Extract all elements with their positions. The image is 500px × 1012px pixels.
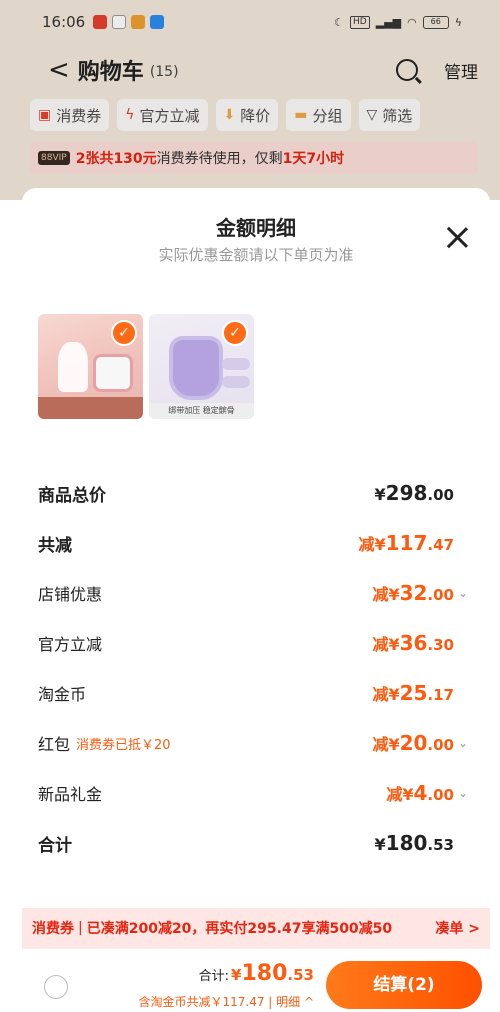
- row-total-discount: 共减 减¥ 117.47: [38, 518, 474, 568]
- discount-detail-toggle[interactable]: 含淘金币共减￥117.47 | 明细 ^: [138, 993, 314, 1010]
- row-taojinbi: 淘金币 减¥ 25.17: [38, 668, 474, 718]
- select-all-radio[interactable]: [44, 975, 68, 999]
- checkmark-icon: ✓: [111, 320, 137, 346]
- row-label: 淘金币: [38, 685, 87, 704]
- chevron-down-icon[interactable]: ⌄: [458, 586, 474, 600]
- total-dec: .53: [287, 966, 314, 984]
- sheet-title: 金额明细: [216, 216, 296, 240]
- row-sum: 合计 ¥180.53: [38, 818, 474, 868]
- row-value: 减¥ 4.00: [386, 781, 454, 805]
- product-thumbnail-breast-pump[interactable]: ✓: [38, 314, 143, 419]
- promo-separator: |: [78, 920, 83, 936]
- row-value: 减¥ 36.30: [372, 631, 454, 655]
- close-icon[interactable]: [446, 226, 468, 248]
- brace-detail-image: [222, 358, 250, 370]
- thumbnail-strip: [38, 397, 143, 419]
- row-value: 减¥ 32.00: [372, 581, 454, 605]
- knee-brace-image: [169, 336, 223, 400]
- promo-strip: 消费券 | 已凑满200减20，再实付295.47享满500减50 凑单 >: [22, 908, 490, 948]
- product-thumbnail-knee-brace[interactable]: 绑带加压 稳定髌骨 ✓: [149, 314, 254, 419]
- row-label: 店铺优惠: [38, 585, 103, 604]
- total-amount: 合计: ¥ 180 .53: [199, 961, 314, 986]
- total-prefix: ¥: [231, 966, 242, 984]
- checkout-button[interactable]: 结算(2): [326, 961, 482, 1009]
- promo-tag: 消费券: [32, 921, 74, 937]
- total-int: 180: [241, 961, 288, 986]
- promo-text: 已凑满200减20，再实付295.47享满500减50: [86, 921, 393, 937]
- product-thumbnails: ✓ 绑带加压 稳定髌骨 ✓: [38, 314, 254, 419]
- sheet-subtitle: 实际优惠金额请以下单页为准: [158, 246, 354, 264]
- row-label: 商品总价: [38, 485, 106, 506]
- brace-detail-image: [222, 376, 250, 388]
- row-official-discount: 官方立减 减¥ 36.30: [38, 618, 474, 668]
- row-label: 官方立减: [38, 635, 103, 654]
- checkmark-icon: ✓: [222, 320, 248, 346]
- row-value: 减¥ 117.47: [358, 531, 454, 555]
- coupon-applied-tag: 消费券已抵￥20: [76, 737, 171, 753]
- row-value: 减¥ 25.17: [372, 681, 454, 705]
- thumbnail-caption: 绑带加压 稳定髌骨: [149, 403, 254, 419]
- row-value: 减¥ 20.00: [372, 731, 454, 755]
- amount-rows: 商品总价 ¥298.00 共减 减¥ 117.47 店铺优惠 减¥ 32.00 ⌄ …: [38, 468, 474, 868]
- chevron-down-icon[interactable]: ⌄: [458, 786, 474, 800]
- row-label: 新品礼金: [38, 785, 103, 804]
- row-new-product-gift[interactable]: 新品礼金 减¥ 4.00 ⌄: [38, 768, 474, 818]
- amount-detail-sheet: 金额明细 实际优惠金额请以下单页为准 ✓ 绑带加压 稳定髌骨 ✓ 商品总价 ¥2…: [22, 188, 490, 948]
- add-items-link[interactable]: 凑单 >: [435, 918, 480, 938]
- row-shop-discount[interactable]: 店铺优惠 减¥ 32.00 ⌄: [38, 568, 474, 618]
- row-label: 合计: [38, 835, 72, 856]
- breast-pump-image: [58, 342, 88, 392]
- row-goods-total: 商品总价 ¥298.00: [38, 468, 474, 518]
- row-value: ¥298.00: [374, 481, 454, 505]
- chevron-down-icon[interactable]: ⌄: [458, 736, 474, 750]
- breast-pump-base-image: [93, 354, 133, 392]
- row-value: ¥180.53: [374, 831, 454, 855]
- row-label: 共减: [38, 535, 72, 556]
- row-label: 红包: [38, 735, 71, 754]
- dim-overlay[interactable]: [0, 0, 500, 200]
- row-red-packet[interactable]: 红包 消费券已抵￥20 减¥ 20.00 ⌄: [38, 718, 474, 768]
- checkout-bar: 合计: ¥ 180 .53 含淘金币共减￥117.47 | 明细 ^ 结算(2): [22, 948, 490, 1012]
- total-label: 合计:: [198, 969, 230, 984]
